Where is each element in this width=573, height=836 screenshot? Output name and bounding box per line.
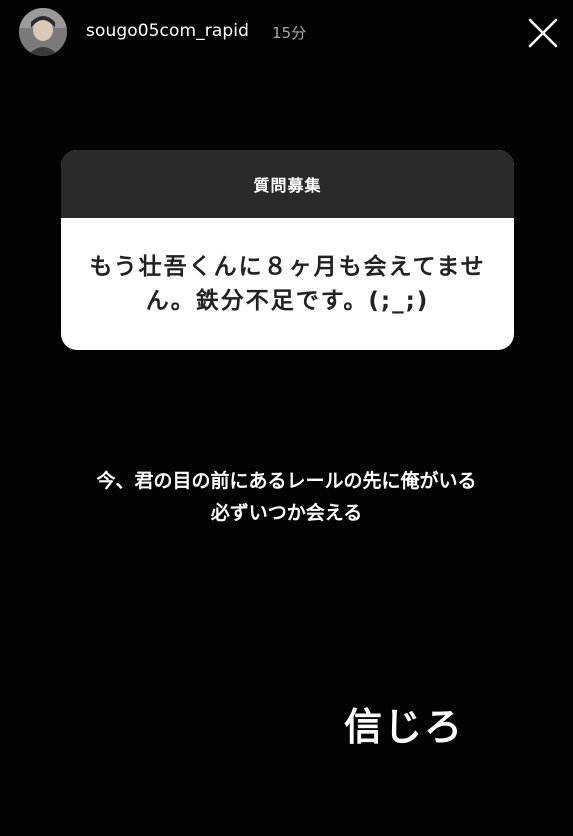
question-text: もう壮吾くんに８ヶ月も会えてません。鉄分不足です。(;_;) [89, 254, 486, 314]
username[interactable]: sougo05com_rapid [86, 21, 249, 41]
story-screen: sougo05com_rapid 15分 質問募集 もう壮吾くんに８ヶ月も会えて… [0, 0, 573, 836]
question-sticker-title: 質問募集 [253, 176, 322, 195]
caption-line-1: 今、君の目の前にあるレールの先に俺がいる [96, 470, 477, 492]
close-button[interactable] [526, 16, 560, 50]
close-icon [528, 18, 558, 48]
overlay-text: 信じろ [344, 705, 465, 749]
profile-avatar[interactable] [19, 8, 67, 56]
story-caption: 今、君の目の前にあるレールの先に俺がいる 必ずいつか会える [30, 465, 543, 529]
story-header: sougo05com_rapid 15分 [0, 0, 573, 64]
caption-line-2: 必ずいつか会える [210, 502, 363, 524]
post-time: 15分 [272, 24, 307, 42]
question-sticker[interactable]: 質問募集 もう壮吾くんに８ヶ月も会えてません。鉄分不足です。(;_;) [61, 150, 514, 350]
avatar-photo-icon [19, 8, 67, 56]
question-sticker-body: もう壮吾くんに８ヶ月も会えてません。鉄分不足です。(;_;) [61, 218, 514, 350]
question-sticker-header: 質問募集 [61, 150, 514, 218]
